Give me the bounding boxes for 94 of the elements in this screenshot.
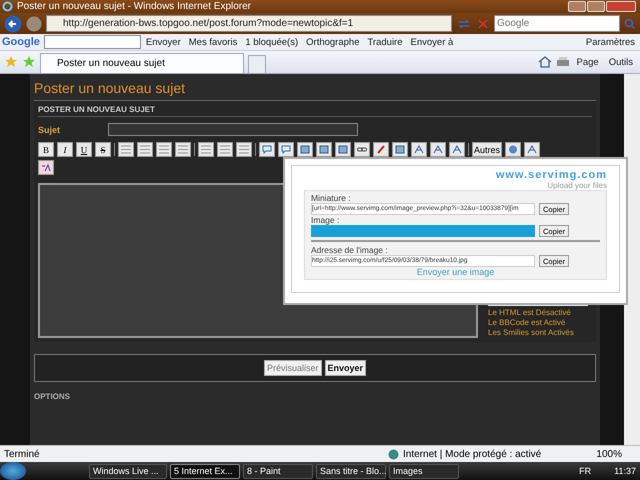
text-lines-icon bbox=[140, 145, 150, 154]
settings-button[interactable]: Paramètres bbox=[582, 36, 638, 48]
editor-tool-button[interactable] bbox=[430, 142, 446, 157]
page-heading: Poster un nouveau sujet bbox=[34, 80, 186, 96]
taskbar-button[interactable]: Windows Live ... bbox=[89, 464, 167, 478]
zoom-button[interactable]: 100% bbox=[596, 448, 636, 460]
format-button[interactable]: B bbox=[38, 142, 54, 157]
font-icon bbox=[452, 145, 462, 154]
pen-icon bbox=[376, 145, 386, 154]
format-button[interactable]: U bbox=[76, 142, 92, 157]
subject-field[interactable] bbox=[108, 123, 358, 136]
close-button[interactable] bbox=[606, 1, 636, 12]
text-lines-icon bbox=[178, 145, 188, 154]
editor-tool-button[interactable] bbox=[373, 142, 389, 157]
send-button[interactable]: Envoyer bbox=[142, 36, 184, 48]
google-search-field[interactable] bbox=[44, 35, 141, 49]
editor-tool-button[interactable] bbox=[449, 142, 465, 157]
home-icon[interactable] bbox=[538, 56, 552, 68]
editor-tool-button[interactable] bbox=[411, 142, 427, 157]
more-button[interactable]: Autres bbox=[472, 142, 502, 157]
editor-tool-button[interactable] bbox=[524, 142, 540, 157]
text-lines-icon bbox=[201, 145, 211, 154]
subject-label: Sujet bbox=[38, 124, 62, 134]
square-icon bbox=[300, 145, 310, 154]
toolbar-button[interactable]: Orthographe bbox=[303, 36, 362, 48]
add-favorite-icon[interactable] bbox=[22, 55, 36, 69]
logo-tagline: Upload your files bbox=[547, 181, 607, 190]
status-note: Les Smilies sont Activés bbox=[488, 328, 575, 338]
minimize-button[interactable] bbox=[568, 1, 586, 12]
field-label: Adresse de l'image : bbox=[311, 245, 389, 255]
servimg-logo: www.servimg.com bbox=[496, 170, 607, 181]
globe-icon bbox=[388, 448, 399, 460]
search-icon[interactable] bbox=[624, 18, 636, 30]
scribbled-field[interactable] bbox=[311, 225, 535, 237]
editor-tool-button[interactable] bbox=[278, 142, 294, 157]
toolbar-button[interactable]: 1 bloquée(s) bbox=[242, 36, 302, 48]
clock[interactable]: 11:37 bbox=[614, 466, 636, 476]
format-button[interactable]: S bbox=[95, 142, 111, 157]
editor-tool-button[interactable] bbox=[38, 160, 54, 175]
editor-tool-button[interactable] bbox=[297, 142, 313, 157]
google-logo: Google bbox=[2, 36, 40, 48]
format-button[interactable]: I bbox=[57, 142, 73, 157]
preview-button[interactable]: Prévisualiser bbox=[264, 360, 322, 376]
refresh-icon[interactable] bbox=[456, 16, 472, 30]
editor-tool-button[interactable] bbox=[316, 142, 332, 157]
square-icon bbox=[338, 145, 348, 154]
status-text: Terminé bbox=[4, 448, 41, 460]
editor-tool-button[interactable] bbox=[335, 142, 351, 157]
taskbar-button[interactable]: 8 - Paint bbox=[243, 464, 313, 478]
field-label: Miniature : bbox=[311, 193, 352, 203]
start-button[interactable] bbox=[0, 462, 26, 480]
maximize-button[interactable] bbox=[587, 1, 605, 12]
taskbar-button[interactable]: Images bbox=[389, 464, 459, 478]
link-icon bbox=[357, 145, 367, 154]
editor-tool-button[interactable] bbox=[505, 142, 521, 157]
field-label: Image : bbox=[311, 215, 340, 225]
font-icon bbox=[527, 145, 537, 154]
command-button[interactable]: Outils bbox=[606, 56, 636, 68]
globe-icon bbox=[508, 145, 518, 154]
status-note: Le HTML est Désactivé bbox=[488, 308, 572, 318]
editor-tool-button[interactable] bbox=[392, 142, 408, 157]
text-lines-icon bbox=[220, 145, 230, 154]
taskbar-button[interactable]: Sans titre - Blo... bbox=[316, 464, 386, 478]
font-icon bbox=[433, 145, 443, 154]
window-title: Poster un nouveau sujet - Windows Internet Explorer bbox=[17, 1, 252, 12]
address-field[interactable]: http://generation-bws.topgoo.net/post.forum?mode=newtopic&f=1 bbox=[46, 15, 452, 32]
stop-icon[interactable] bbox=[476, 16, 490, 30]
printer-icon[interactable] bbox=[556, 56, 570, 68]
new-tab-button[interactable] bbox=[248, 55, 266, 73]
editor-tool-button[interactable] bbox=[354, 142, 370, 157]
toolbar-button[interactable]: Mes favoris bbox=[186, 36, 240, 48]
square-icon bbox=[395, 145, 405, 154]
square-icon bbox=[319, 145, 329, 154]
section-title: POSTER UN NOUVEAU SUJET bbox=[38, 105, 592, 117]
options-title: OPTIONS bbox=[34, 392, 72, 401]
taskbar-button[interactable]: 5 Internet Ex... bbox=[170, 464, 240, 478]
submit-button[interactable]: Envoyer bbox=[324, 360, 366, 376]
toolbar-button[interactable]: Envoyer à bbox=[408, 36, 456, 48]
status-note: Le BBCode est Activé bbox=[488, 318, 566, 328]
security-zone: Internet | Mode protégé : activé bbox=[403, 448, 542, 460]
command-button[interactable]: Page bbox=[574, 56, 602, 68]
search-field[interactable]: Google bbox=[494, 15, 620, 32]
font-icon bbox=[414, 145, 424, 154]
font-size-icon bbox=[41, 163, 51, 172]
star-icon[interactable] bbox=[4, 55, 18, 69]
text-lines-icon bbox=[121, 145, 131, 154]
browser-tab[interactable]: Poster un nouveau sujet bbox=[40, 53, 244, 73]
language-indicator[interactable]: FR bbox=[579, 466, 592, 476]
text-lines-icon bbox=[239, 145, 249, 154]
vertical-scrollbar[interactable] bbox=[624, 74, 640, 445]
toolbar-button[interactable]: Traduire bbox=[364, 36, 406, 48]
text-lines-icon bbox=[159, 145, 169, 154]
editor-tool-button[interactable] bbox=[259, 142, 275, 157]
browser-logo-icon bbox=[2, 1, 13, 12]
